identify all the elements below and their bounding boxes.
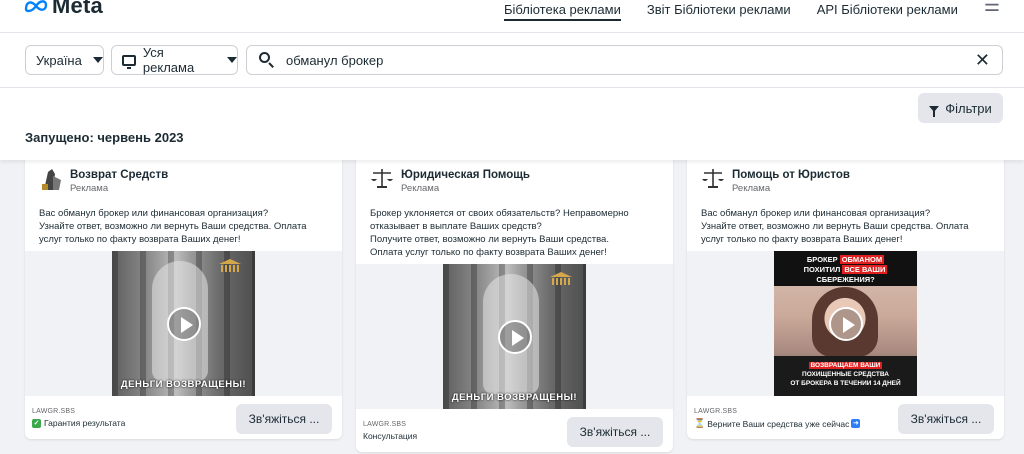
brand-name: Meta [52,0,103,18]
hourglass-icon: ⏳ [694,418,706,428]
search-bar-row: Україна Уся реклама ✕ [0,32,1024,88]
promo-highlight: ВОЗВРАЩАЕМ ВАШИ [808,362,883,369]
top-nav: Meta Бібліотека реклами Звіт Бібліотеки … [0,0,1024,32]
search-box[interactable]: ✕ [246,45,1003,75]
ad-text-line: Узнайте ответ, возможно ли вернуть Ваши … [39,221,307,232]
filters-label: Фільтри [945,100,992,116]
promo-highlight: ОБМАНОМ [839,255,885,264]
ad-text-line: Узнайте ответ, возможно ли вернуть Ваши … [701,221,969,232]
ad-text-line: Вас обманул брокер или финансовая органи… [701,208,931,219]
promo-text: ПОХИТИЛ [803,265,843,274]
ad-video[interactable]: ДЕНЬГИ ВОЗВРАЩЕНЫ! [112,251,255,396]
advertiser-name[interactable]: Возврат Средств [70,168,168,182]
ad-text-line: Брокер уклоняется от своих обязательств?… [370,208,629,219]
ad-card-header: Возврат Средств Реклама [39,166,168,195]
lawyer-avatar-icon[interactable] [39,166,63,192]
filters-button[interactable]: Фільтри [918,93,1003,123]
sponsored-label: Реклама [732,183,771,194]
ad-card: Возврат Средств Реклама Вас обманул брок… [25,152,342,439]
ad-text: Вас обманул брокер или финансовая органи… [39,207,332,246]
meta-infinity-icon [24,0,48,13]
sponsored-label: Реклама [401,183,440,194]
promo-headline: БРОКЕР ОБМАНОМ ПОХИТИЛ ВСЕ ВАШИ СБЕРЕЖЕН… [774,251,917,286]
promo-text: БРОКЕР [806,255,840,264]
ad-text: Брокер уклоняется от своих обязательств?… [370,207,663,259]
filter-icon [929,105,940,117]
link-domain: LAWGR.SBS [32,408,76,415]
ad-text-line: Получите ответ, возможно ли вернуть Ваши… [370,234,609,245]
caret-down-icon [227,57,237,63]
ad-video[interactable]: ДЕНЬГИ ВОЗВРАЩЕНЫ! [443,264,586,409]
main-nav: Бібліотека реклами Звіт Бібліотеки рекла… [503,0,1024,32]
courthouse-icon [219,259,241,273]
launched-date-heading: Запущено: червень 2023 [25,130,184,145]
link-caption: ✓ Гарантия результата [32,418,125,428]
advertiser-name[interactable]: Юридическая Помощь [401,168,530,182]
hamburger-icon[interactable]: ☰ [984,0,1000,14]
ad-text: Вас обманул брокер или финансовая органи… [701,207,994,246]
ad-card: Помощь от Юристов Реклама Вас обманул бр… [687,152,1004,439]
ad-media: ДЕНЬГИ ВОЗВРАЩЕНЫ! [356,264,673,409]
link-caption-text: Гарантия результата [44,418,126,428]
ad-category-value: Уся реклама [142,45,195,75]
clear-search-icon[interactable]: ✕ [975,50,990,70]
promo-text: СБЕРЕЖЕНИЯ? [816,275,875,284]
country-select[interactable]: Україна [25,45,104,75]
contact-button[interactable]: Зв'яжіться ... [898,404,994,434]
caret-down-icon [92,57,103,63]
ad-text-line: Вас обманул брокер или финансовая органи… [39,208,269,219]
ad-card-header: Помощь от Юристов Реклама [701,166,850,195]
link-domain: LAWGR.SBS [694,408,738,415]
link-caption-text: Верните Ваши средства уже сейчас [707,418,850,429]
results-header: Фільтри Запущено: червень 2023 [0,88,1024,160]
promo-text: ОТ БРОКЕРА В ТЕЧЕНИИ 14 ДНЕЙ [790,380,901,387]
nav-ad-library-api[interactable]: API Бібліотеки реклами [817,0,958,32]
video-caption: ДЕНЬГИ ВОЗВРАЩЕНЫ! [120,379,247,390]
ad-text-line: услуг только по факту возврата Ваших ден… [39,234,241,245]
link-caption-text: Консультация [363,431,418,441]
play-icon[interactable] [828,306,863,341]
check-mark-icon: ✓ [32,418,41,428]
promo-footer: ВОЗВРАЩАЕМ ВАШИ ПОХИЩЕННЫЕ СРЕДСТВА ОТ Б… [774,356,917,396]
link-caption: ⏳ Верните Ваши средства уже сейчас ➜ [694,418,861,429]
link-caption: Консультация [363,431,417,441]
ad-video[interactable]: БРОКЕР ОБМАНОМ ПОХИТИЛ ВСЕ ВАШИ СБЕРЕЖЕН… [774,251,917,396]
advertiser-name[interactable]: Помощь от Юристов [732,168,850,182]
arrow-right-icon: ➜ [851,419,861,428]
meta-logo[interactable]: Meta [24,0,103,19]
country-value: Україна [36,52,82,68]
ad-media: ДЕНЬГИ ВОЗВРАЩЕНЫ! [25,251,342,396]
nav-ad-library[interactable]: Бібліотека реклами [503,0,621,32]
ad-media: БРОКЕР ОБМАНОМ ПОХИТИЛ ВСЕ ВАШИ СБЕРЕЖЕН… [687,251,1004,396]
ad-text-line: отказывает в выплате Ваших средств? [370,221,542,232]
play-icon[interactable] [166,306,201,341]
ad-category-select[interactable]: Уся реклама [111,45,238,75]
ad-card-footer: LAWGR.SBS ✓ Гарантия результата Зв'яжіть… [25,396,342,439]
search-input[interactable] [286,52,946,68]
ad-text-line: услуг только по факту возврата Ваших ден… [701,234,903,245]
promo-text: ПОХИЩЕННЫЕ СРЕДСТВА [802,371,889,378]
promo-highlight: ВСЕ ВАШИ [842,265,888,274]
video-caption: ДЕНЬГИ ВОЗВРАЩЕНЫ! [451,392,578,403]
courthouse-icon [550,272,572,286]
ad-text-line: Оплата услуг только по факту возврата Ва… [370,247,607,258]
play-icon[interactable] [497,319,532,354]
search-icon [259,52,275,68]
sponsored-label: Реклама [70,183,109,194]
contact-button[interactable]: Зв'яжіться ... [567,417,663,447]
monitor-icon [122,54,136,69]
ad-card-footer: LAWGR.SBS ⏳ Верните Ваши средства уже се… [687,396,1004,439]
ad-card: Юридическая Помощь Реклама Брокер уклоня… [356,152,673,452]
link-domain: LAWGR.SBS [363,421,407,428]
scales-avatar-icon[interactable] [370,166,394,192]
scales-avatar-icon[interactable] [701,166,725,192]
ad-card-header: Юридическая Помощь Реклама [370,166,530,195]
nav-ad-library-report[interactable]: Звіт Бібліотеки реклами [647,0,791,32]
contact-button[interactable]: Зв'яжіться ... [236,404,332,434]
ad-card-footer: LAWGR.SBS Консультация Зв'яжіться ... [356,409,673,452]
